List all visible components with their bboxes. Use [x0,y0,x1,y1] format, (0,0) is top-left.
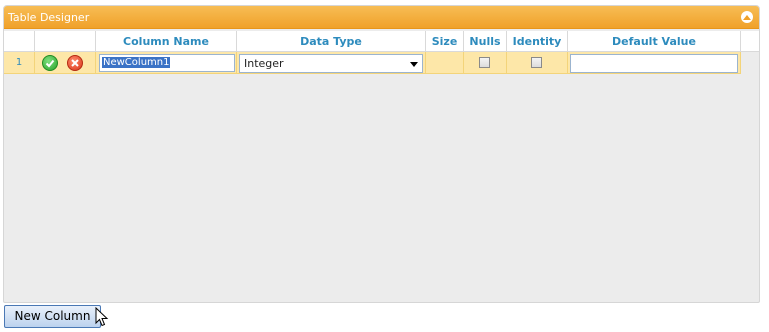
column-name-value: NewColumn1 [102,57,171,68]
identity-cell [507,52,568,74]
header-data-type[interactable]: Data Type [237,31,426,52]
cancel-icon[interactable] [67,55,83,71]
table-designer-panel: Table Designer Column Name Data Type Siz… [3,5,760,303]
header-size[interactable]: Size [426,31,464,52]
header-default-value[interactable]: Default Value [568,31,741,52]
header-column-name[interactable]: Column Name [96,31,237,52]
default-value-input[interactable] [570,54,738,73]
panel-title: Table Designer [8,11,90,24]
nulls-cell [464,52,507,74]
size-cell[interactable] [426,52,464,74]
panel-header: Table Designer [4,6,759,29]
data-type-select[interactable]: Integer [239,54,423,73]
confirm-icon[interactable] [42,55,58,71]
header-actions [35,31,96,52]
collapse-icon[interactable] [741,11,753,23]
header-rownum [4,31,35,52]
grid-header-row: Column Name Data Type Size Nulls Identit… [4,31,759,52]
table-row: 1 NewColumn1 Integer [4,52,741,74]
mouse-cursor-icon [95,307,109,327]
column-name-cell: NewColumn1 [96,52,237,74]
nulls-checkbox[interactable] [479,57,490,68]
data-type-cell: Integer [237,52,426,74]
identity-checkbox[interactable] [531,57,542,68]
chevron-down-icon [410,62,418,67]
header-identity[interactable]: Identity [507,31,568,52]
row-actions [35,52,96,74]
column-name-input[interactable]: NewColumn1 [99,54,235,72]
header-nulls[interactable]: Nulls [464,31,507,52]
new-column-button[interactable]: New Column [4,305,101,328]
header-filler [741,31,759,52]
default-value-cell [568,52,741,74]
row-number: 1 [4,52,35,74]
data-type-value: Integer [244,57,284,70]
